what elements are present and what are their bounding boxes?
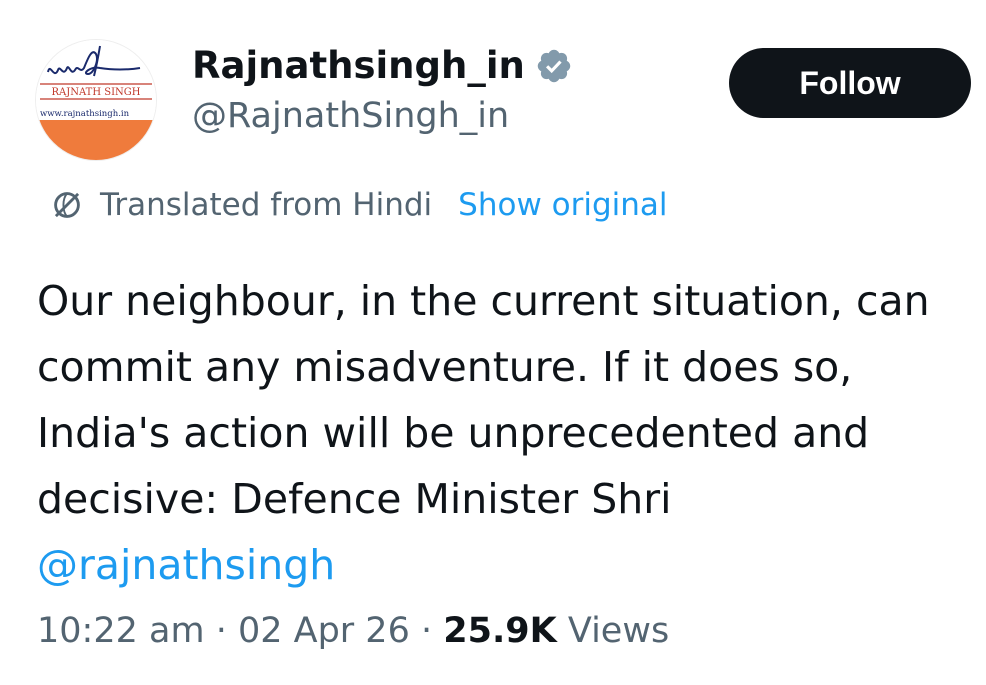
translated-note: Translated from Hindi <box>100 187 433 223</box>
translation-row: Translated from Hindi Show original <box>48 183 668 227</box>
views-count: 25.9K <box>443 611 557 651</box>
verified-badge-icon <box>537 49 571 83</box>
globe-icon <box>54 192 80 218</box>
logo-text: RAJNATH SINGH <box>51 87 140 98</box>
tweet-card: RAJNATH SINGH www.rajnathsingh.in Rajnat… <box>0 0 986 685</box>
tweet-time[interactable]: 10:22 am <box>37 611 205 651</box>
mention-link[interactable]: @rajnathsingh <box>37 541 335 589</box>
avatar[interactable]: RAJNATH SINGH www.rajnathsingh.in <box>36 40 156 160</box>
author-handle[interactable]: @RajnathSingh_in <box>192 92 509 140</box>
views-label: Views <box>567 611 670 651</box>
meta-separator: · <box>420 611 433 651</box>
tweet-text: Our neighbour, in the current situation,… <box>37 268 967 598</box>
logo-url: www.rajnathsingh.in <box>40 109 130 119</box>
meta-separator: · <box>215 611 227 651</box>
author-name[interactable]: Rajnathsingh_in <box>192 42 573 90</box>
tweet-meta: 10:22 am · 02 Apr 26 · 25.9K Views <box>37 605 669 657</box>
tweet-date[interactable]: 02 Apr 26 <box>238 611 410 651</box>
rajnath-singh-logo: RAJNATH SINGH www.rajnathsingh.in <box>36 40 156 160</box>
show-original-link[interactable]: Show original <box>458 187 667 223</box>
follow-button[interactable]: Follow <box>729 48 971 118</box>
author-display-name[interactable]: Rajnathsingh_in <box>192 42 525 90</box>
tweet-body-text: Our neighbour, in the current situation,… <box>37 277 930 523</box>
